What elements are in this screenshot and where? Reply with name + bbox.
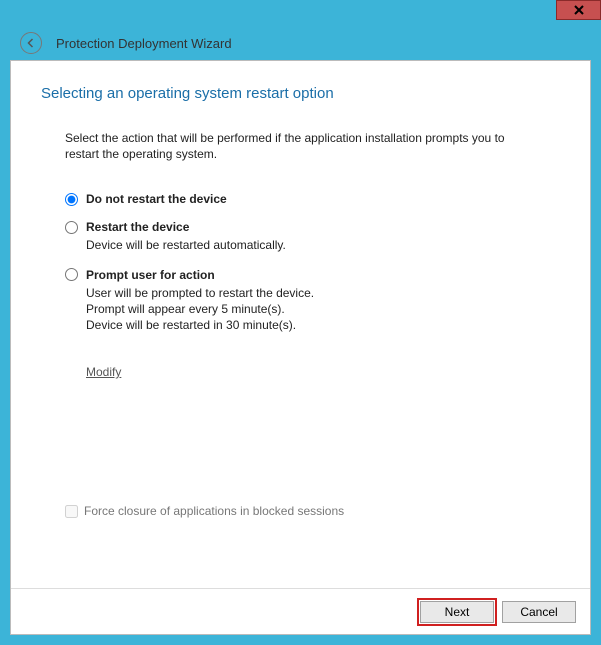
option-description-line: Device will be restarted in 30 minute(s)… bbox=[86, 317, 560, 333]
option-row[interactable]: Restart the device bbox=[65, 220, 560, 234]
close-button[interactable] bbox=[556, 0, 601, 20]
back-arrow-icon bbox=[25, 37, 37, 49]
wizard-footer: Next Cancel bbox=[11, 588, 590, 634]
close-icon bbox=[574, 5, 584, 15]
next-button[interactable]: Next bbox=[420, 601, 494, 623]
option-label: Prompt user for action bbox=[86, 268, 215, 282]
option-description: User will be prompted to restart the dev… bbox=[86, 285, 560, 334]
option-label: Restart the device bbox=[86, 220, 189, 234]
option-prompt: Prompt user for action User will be prom… bbox=[65, 268, 560, 334]
option-description-line: User will be prompted to restart the dev… bbox=[86, 285, 560, 301]
radio-restart[interactable] bbox=[65, 221, 78, 234]
cancel-button[interactable]: Cancel bbox=[502, 601, 576, 623]
page-title: Selecting an operating system restart op… bbox=[41, 85, 560, 102]
radio-do-not-restart[interactable] bbox=[65, 193, 78, 206]
instruction-text: Select the action that will be performed… bbox=[65, 130, 525, 162]
option-label: Do not restart the device bbox=[86, 192, 227, 206]
force-closure-row[interactable]: Force closure of applications in blocked… bbox=[65, 504, 344, 518]
option-description: Device will be restarted automatically. bbox=[86, 237, 560, 253]
force-closure-checkbox[interactable] bbox=[65, 505, 78, 518]
titlebar bbox=[0, 0, 601, 28]
option-restart: Restart the device Device will be restar… bbox=[65, 220, 560, 253]
window-title: Protection Deployment Wizard bbox=[56, 36, 232, 51]
option-row[interactable]: Do not restart the device bbox=[65, 192, 560, 206]
radio-prompt[interactable] bbox=[65, 268, 78, 281]
next-highlight: Next bbox=[420, 601, 494, 623]
force-closure-label: Force closure of applications in blocked… bbox=[84, 504, 344, 518]
wizard-header: Protection Deployment Wizard bbox=[10, 28, 591, 58]
content-panel: Selecting an operating system restart op… bbox=[10, 60, 591, 635]
option-description-line: Prompt will appear every 5 minute(s). bbox=[86, 301, 560, 317]
back-button[interactable] bbox=[20, 32, 42, 54]
restart-options: Do not restart the device Restart the de… bbox=[65, 192, 560, 333]
option-do-not-restart: Do not restart the device bbox=[65, 192, 560, 206]
modify-link[interactable]: Modify bbox=[86, 365, 121, 379]
option-row[interactable]: Prompt user for action bbox=[65, 268, 560, 282]
